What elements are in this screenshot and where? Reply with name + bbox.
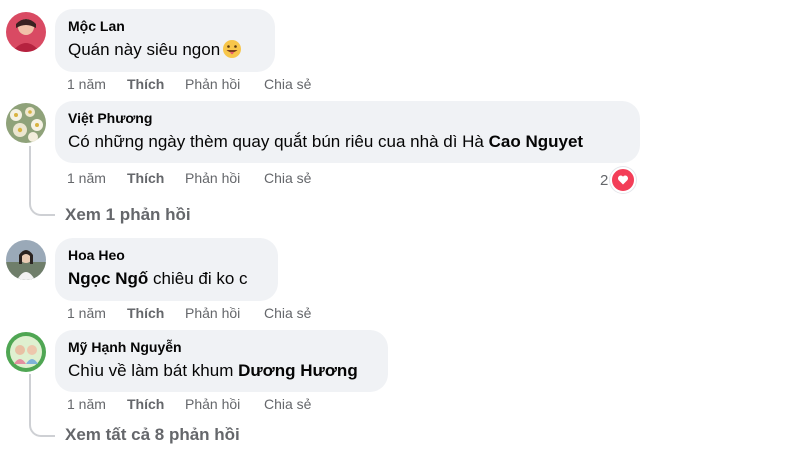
avatar[interactable] bbox=[6, 240, 46, 280]
comment-time[interactable]: 1 năm bbox=[67, 396, 127, 412]
comment-actions: 1 năm Thích Phản hồi Chia sẻ bbox=[67, 76, 324, 92]
comment-text: Ngọc Ngố chiêu đi ko c bbox=[68, 267, 264, 291]
comment-bubble: Mỹ Hạnh Nguyễn Chìu về làm bát khum Dươn… bbox=[55, 330, 388, 392]
comment-text: Có những ngày thèm quay quắt bún riêu cu… bbox=[68, 130, 626, 154]
mention-link[interactable]: Cao Nguyet bbox=[489, 132, 583, 151]
avatar[interactable] bbox=[6, 103, 46, 143]
share-button[interactable]: Chia sẻ bbox=[264, 170, 324, 186]
comment-text: Chìu về làm bát khum Dương Hương bbox=[68, 359, 374, 383]
reply-thread-line bbox=[29, 146, 55, 216]
see-replies-link[interactable]: Xem tất cả 8 phản hồi bbox=[65, 425, 240, 445]
reply-button[interactable]: Phản hồi bbox=[185, 170, 264, 186]
mention-link[interactable]: Ngọc Ngố bbox=[68, 269, 148, 288]
comment-body: chiêu đi ko c bbox=[153, 269, 248, 288]
comment-body: Chìu về làm bát khum bbox=[68, 361, 234, 380]
avatar[interactable] bbox=[6, 332, 46, 372]
reaction-count: 2 bbox=[600, 171, 609, 189]
comment-author[interactable]: Hoa Heo bbox=[68, 246, 264, 264]
comment-author[interactable]: Việt Phương bbox=[68, 109, 626, 127]
like-button[interactable]: Thích bbox=[127, 76, 185, 92]
comment-actions: 1 năm Thích Phản hồi Chia sẻ bbox=[67, 305, 324, 321]
comment-author[interactable]: Mộc Lan bbox=[68, 17, 261, 35]
reply-button[interactable]: Phản hồi bbox=[185, 305, 264, 321]
reply-button[interactable]: Phản hồi bbox=[185, 76, 264, 92]
comment-time[interactable]: 1 năm bbox=[67, 76, 127, 92]
share-button[interactable]: Chia sẻ bbox=[264, 76, 324, 92]
like-button[interactable]: Thích bbox=[127, 305, 185, 321]
see-replies-link[interactable]: Xem 1 phản hồi bbox=[65, 205, 191, 225]
reaction-summary[interactable]: 2 bbox=[600, 167, 637, 193]
heart-icon bbox=[610, 167, 637, 193]
comment-author[interactable]: Mỹ Hạnh Nguyễn bbox=[68, 338, 374, 356]
comment-text: Quán này siêu ngon bbox=[68, 38, 261, 62]
share-button[interactable]: Chia sẻ bbox=[264, 396, 324, 412]
like-button[interactable]: Thích bbox=[127, 396, 185, 412]
comment-time[interactable]: 1 năm bbox=[67, 170, 127, 186]
comment-body: Quán này siêu ngon bbox=[68, 40, 221, 59]
comment-bubble: Mộc Lan Quán này siêu ngon bbox=[55, 9, 275, 72]
comment-bubble: Hoa Heo Ngọc Ngố chiêu đi ko c bbox=[55, 238, 278, 301]
mention-link[interactable]: Dương Hương bbox=[238, 361, 358, 380]
reply-thread-line bbox=[29, 374, 55, 437]
share-button[interactable]: Chia sẻ bbox=[264, 305, 324, 321]
comment-time[interactable]: 1 năm bbox=[67, 305, 127, 321]
reply-button[interactable]: Phản hồi bbox=[185, 396, 264, 412]
comment-body: Có những ngày thèm quay quắt bún riêu cu… bbox=[68, 132, 484, 151]
like-button[interactable]: Thích bbox=[127, 170, 185, 186]
comment-actions: 1 năm Thích Phản hồi Chia sẻ bbox=[67, 170, 324, 186]
comment-bubble: Việt Phương Có những ngày thèm quay quắt… bbox=[55, 101, 640, 163]
avatar[interactable] bbox=[6, 12, 46, 52]
grinning-tongue-emoji-icon bbox=[223, 40, 242, 58]
comment-actions: 1 năm Thích Phản hồi Chia sẻ bbox=[67, 396, 324, 412]
